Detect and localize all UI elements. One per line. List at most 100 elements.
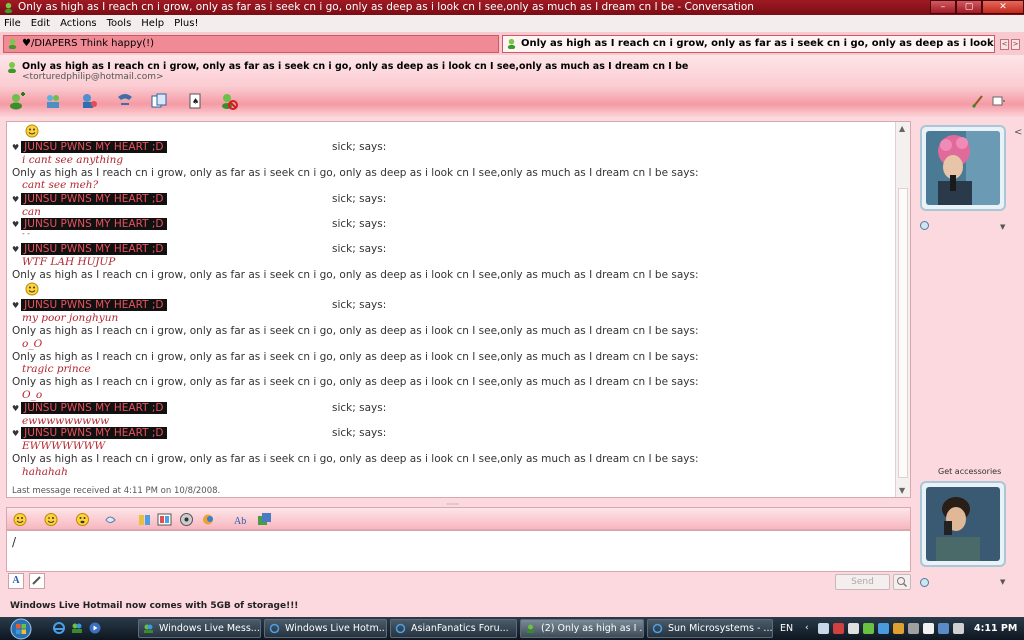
tray-network-icon[interactable] [878, 623, 889, 634]
taskbar-hotmail[interactable]: Windows Live Hotm... [264, 619, 387, 638]
send-gift-icon[interactable] [179, 512, 194, 527]
taskbar-conversation[interactable]: (2) Only as high as I ... [520, 619, 644, 638]
music-icon[interactable] [201, 512, 216, 527]
menu-bar: File Edit Actions Tools Help Plus! [0, 15, 1024, 32]
scroll-thumb[interactable] [898, 188, 908, 478]
tab-prev-button[interactable]: < [1000, 39, 1009, 50]
menu-actions[interactable]: Actions [60, 18, 97, 29]
message-text: - - [22, 229, 30, 238]
contact-avatar-image [926, 131, 1000, 205]
webcam-icon[interactable] [920, 578, 929, 587]
menu-help[interactable]: Help [141, 18, 164, 29]
send-button[interactable]: Send [835, 574, 890, 590]
volume-icon[interactable] [953, 623, 964, 634]
tray-monitor-icon[interactable] [938, 623, 949, 634]
history-scrollbar[interactable]: ▲ ▼ [895, 122, 910, 497]
tab-diapers[interactable]: ♥/DIAPERS Think happy(!) [3, 35, 499, 53]
sender-nickname-me: ♥ JUNSU PWNS MY HEART ;D sick; says: [12, 193, 387, 205]
tray-app-icon[interactable] [818, 623, 829, 634]
sender-line-them: Only as high as I reach cn i grow, only … [12, 453, 699, 465]
chevron-down-icon[interactable]: ▼ [1000, 578, 1005, 586]
conversation-toolbar: ♠ [0, 85, 1024, 117]
messenger-icon [144, 624, 153, 633]
tray-app-icon[interactable] [893, 623, 904, 634]
contact-display-picture[interactable] [920, 125, 1006, 211]
messenger-icon [4, 2, 13, 13]
wink-picker-icon[interactable] [44, 512, 59, 527]
svg-text:Ab: Ab [234, 516, 246, 527]
menu-plus[interactable]: Plus! [174, 18, 198, 29]
maximize-button[interactable]: ▢ [956, 0, 982, 14]
message-text: my poor jonghyun [22, 312, 119, 324]
tray-app-icon[interactable] [848, 623, 859, 634]
font-icon[interactable]: Ab [233, 512, 248, 527]
tray-app-icon[interactable] [923, 623, 934, 634]
close-button[interactable]: ✕ [982, 0, 1024, 14]
show-menu-icon[interactable] [992, 94, 1006, 108]
taskbar-messenger[interactable]: Windows Live Mess... [138, 619, 261, 638]
voice-clip-icon[interactable] [75, 512, 90, 527]
sender-nickname-me: ♥ JUNSU PWNS MY HEART ;D sick; says: [12, 218, 387, 230]
nudge-icon[interactable] [103, 512, 118, 527]
games-icon[interactable]: ♠ [186, 92, 204, 110]
draw-icon[interactable] [137, 512, 152, 527]
handwriting-button[interactable] [29, 573, 45, 589]
scroll-up-icon[interactable]: ▲ [899, 124, 905, 133]
svg-text:♠: ♠ [192, 97, 199, 106]
tab-current-conversation[interactable]: Only as high as I reach cn i grow, only … [502, 35, 995, 53]
menu-edit[interactable]: Edit [31, 18, 50, 29]
video-call-icon[interactable] [80, 92, 98, 110]
tab-label: Only as high as I reach cn i grow, only … [521, 38, 994, 49]
tray-messenger-icon[interactable] [863, 623, 874, 634]
chevron-down-icon[interactable]: ▼ [1000, 223, 1005, 231]
sender-line-them: Only as high as I reach cn i grow, only … [12, 167, 699, 179]
background-icon[interactable] [157, 512, 172, 527]
emoticon-picker-icon[interactable] [13, 512, 28, 527]
minimize-button[interactable]: – [930, 0, 956, 14]
sender-line-them: Only as high as I reach cn i grow, only … [12, 376, 699, 388]
menu-tools[interactable]: Tools [107, 18, 132, 29]
message-text: i cant see anything [22, 154, 124, 166]
block-icon[interactable] [220, 92, 238, 110]
contact-email: <torturedphilip@hotmail.com> [22, 72, 164, 82]
sender-line-them: Only as high as I reach cn i grow, only … [12, 351, 699, 363]
sender-nickname-me: ♥ JUNSU PWNS MY HEART ;D sick; says: [12, 427, 387, 439]
title-bar[interactable]: Only as high as I reach cn i grow, only … [0, 0, 1024, 15]
sender-nickname-me: ♥ JUNSU PWNS MY HEART ;D sick; says: [12, 141, 387, 153]
call-icon[interactable] [116, 92, 134, 110]
media-player-icon[interactable] [88, 621, 102, 635]
contact-status-icon [507, 38, 516, 49]
invite-icon[interactable] [8, 92, 26, 110]
tray-app-icon[interactable] [908, 623, 919, 634]
message-text: EWWWWWWW [22, 440, 106, 452]
theme-brush-icon[interactable] [972, 94, 986, 108]
tab-next-button[interactable]: > [1011, 39, 1020, 50]
messenger-quicklaunch-icon[interactable] [70, 621, 84, 635]
text-caret: / [12, 535, 17, 549]
menu-file[interactable]: File [4, 18, 21, 29]
tray-antivirus-icon[interactable] [833, 623, 844, 634]
font-format-button[interactable]: A [8, 573, 24, 589]
taskbar-asianfanatics[interactable]: AsianFanatics Foru... [390, 619, 517, 638]
taskbar-sun-microsystems[interactable]: Sun Microsystems - ... [647, 619, 773, 638]
search-button[interactable] [893, 574, 911, 590]
collapse-panel-icon[interactable]: < [1014, 127, 1022, 138]
my-display-picture[interactable] [920, 481, 1006, 567]
share-files-icon[interactable] [44, 92, 62, 110]
tab-scroll: < > [1000, 39, 1020, 50]
scroll-down-icon[interactable]: ▼ [899, 486, 905, 495]
internet-explorer-icon[interactable] [52, 621, 66, 635]
activities-icon[interactable] [150, 92, 168, 110]
message-text: cant see meh? [22, 179, 99, 191]
status-message[interactable]: Windows Live Hotmail now comes with 5GB … [10, 601, 298, 611]
conversation-history[interactable]: ♥ JUNSU PWNS MY HEART ;D sick; says: i can… [6, 121, 911, 498]
start-button-icon[interactable] [4, 618, 38, 640]
plus-features-icon[interactable] [257, 512, 272, 527]
windows-taskbar: Windows Live Mess... Windows Live Hotm..… [0, 617, 1024, 640]
message-input[interactable]: / [6, 530, 911, 572]
tray-expand-icon[interactable]: ‹ [805, 617, 809, 640]
webcam-icon[interactable] [920, 221, 929, 230]
language-indicator[interactable]: EN [780, 617, 793, 640]
taskbar-clock[interactable]: 4:11 PM [974, 617, 1017, 640]
get-accessories-link[interactable]: Get accessories [938, 467, 1001, 476]
